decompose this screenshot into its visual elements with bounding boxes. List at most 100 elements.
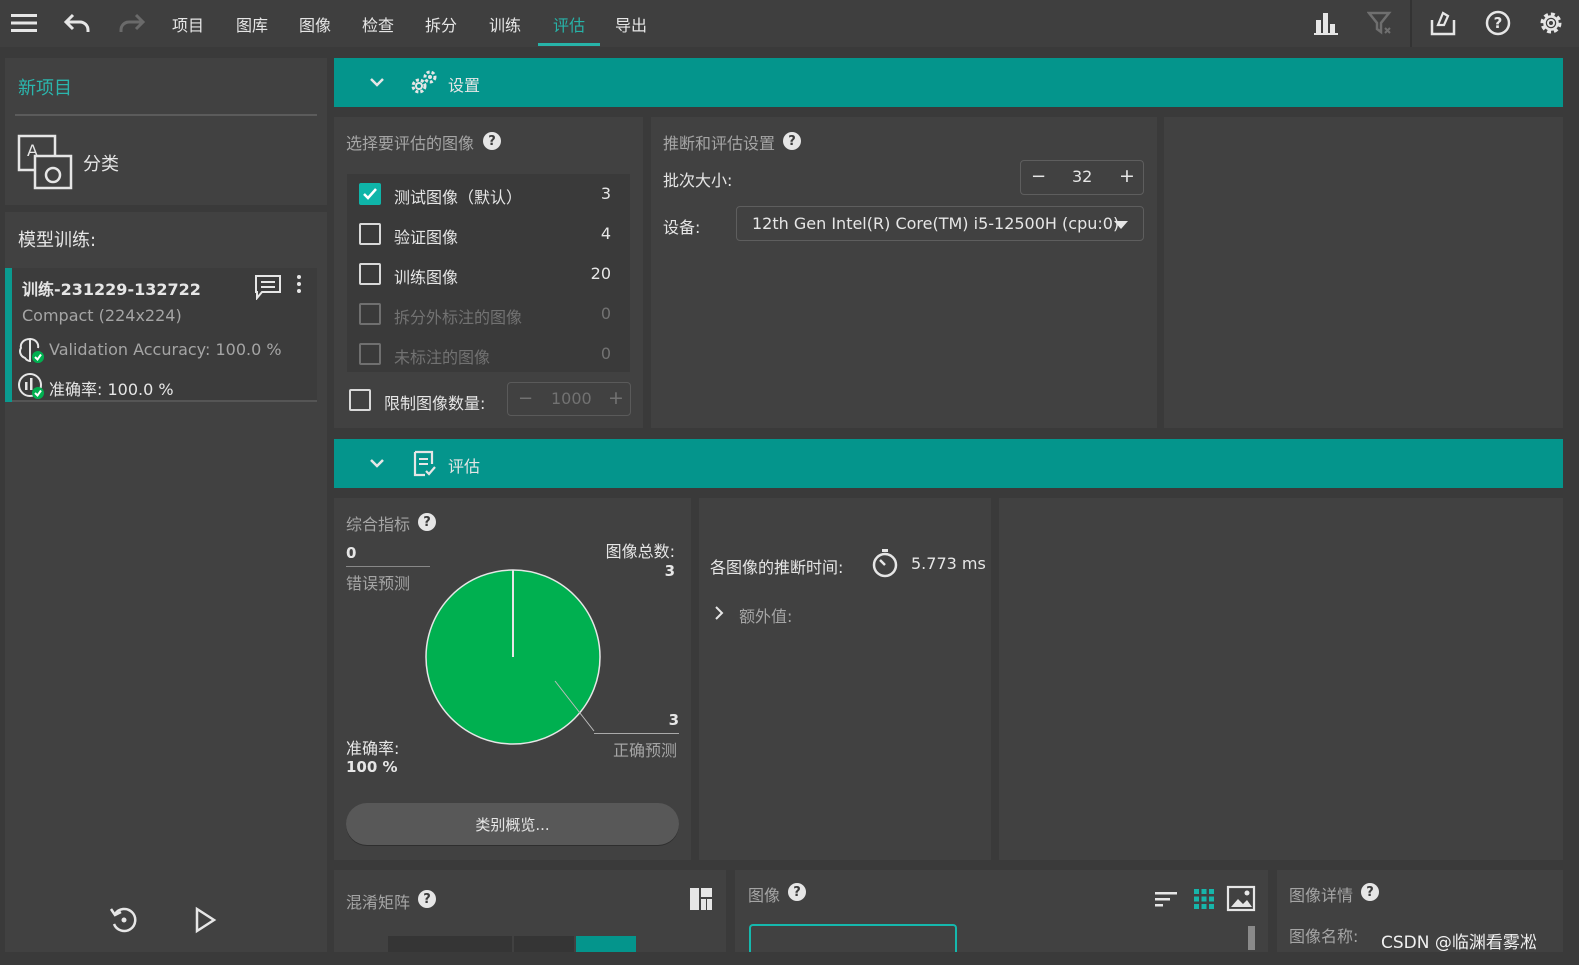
chevron-down-icon[interactable] — [369, 457, 385, 469]
batch-size-value[interactable]: 32 — [1072, 167, 1092, 186]
sort-icon[interactable] — [1154, 889, 1178, 909]
inference-settings-panel: 推断和评估设置 ? 批次大小: − 32 + 设备: 12th Gen Inte… — [651, 117, 1157, 428]
total-value: 3 — [664, 562, 675, 580]
list-item[interactable]: 训练图像 20 — [347, 254, 630, 294]
image-set-label: 验证图像 — [394, 228, 459, 247]
chevron-right-icon[interactable] — [714, 606, 724, 620]
plus-icon[interactable]: + — [608, 387, 624, 409]
toolbar-divider — [1410, 0, 1412, 47]
image-thumbnail[interactable] — [749, 924, 957, 952]
inference-time-label: 各图像的推断时间: — [710, 558, 844, 577]
limit-label: 限制图像数量: — [384, 394, 486, 413]
minus-icon[interactable]: − — [518, 388, 533, 409]
class-overview-button[interactable]: 类别概览... — [346, 803, 679, 845]
menu-train[interactable]: 训练 — [489, 12, 521, 36]
menu-split[interactable]: 拆分 — [425, 12, 457, 36]
image-set-label: 未标注的图像 — [394, 348, 491, 367]
image-view-icon[interactable] — [1226, 885, 1256, 913]
feedback-icon[interactable] — [1428, 8, 1458, 38]
settings-gear-icon[interactable] — [1536, 8, 1566, 38]
leader-line — [346, 566, 430, 567]
active-tab-indicator — [538, 43, 600, 46]
help-icon[interactable]: ? — [788, 883, 806, 901]
divider — [15, 114, 317, 116]
image-selection-panel: 选择要评估的图像 ? 测试图像（默认） 3 验证图像 4 训练图像 20 拆分外… — [334, 117, 643, 428]
filter-icon[interactable] — [1365, 8, 1395, 38]
checkbox-checked-icon[interactable] — [359, 183, 381, 205]
menu-export[interactable]: 导出 — [615, 12, 647, 36]
settings-header[interactable]: 设置 — [334, 58, 1563, 107]
classification-icon: A — [17, 134, 75, 190]
image-set-list: 测试图像（默认） 3 验证图像 4 训练图像 20 拆分外标注的图像 0 未标注… — [347, 174, 630, 372]
dropdown-arrow-icon[interactable] — [1114, 221, 1128, 229]
correct-label: 正确预测 — [612, 741, 677, 760]
menu-project[interactable]: 项目 — [172, 12, 204, 36]
limit-value[interactable]: 1000 — [551, 389, 592, 408]
image-set-count: 3 — [600, 184, 611, 203]
device-value: 12th Gen Intel(R) Core(TM) i5-12500H (cp… — [752, 214, 1120, 233]
training-model: Compact (224x224) — [22, 306, 182, 325]
help-icon[interactable]: ? — [783, 132, 801, 150]
more-options-icon[interactable] — [295, 274, 303, 294]
top-toolbar: 项目 图库 图像 检查 拆分 训练 评估 导出 ? — [0, 0, 1579, 47]
list-item[interactable]: 测试图像（默认） 3 — [347, 174, 630, 214]
settings-title: 设置 — [448, 76, 481, 95]
play-icon[interactable] — [191, 905, 219, 935]
project-title[interactable]: 新项目 — [18, 74, 72, 100]
menu-gallery[interactable]: 图库 — [236, 12, 268, 36]
help-icon[interactable]: ? — [1483, 8, 1513, 38]
evaluation-header[interactable]: 评估 — [334, 439, 1563, 488]
help-icon[interactable]: ? — [418, 513, 436, 531]
confusion-matrix-title: 混淆矩阵 — [346, 893, 411, 912]
settings-empty-panel — [1164, 117, 1563, 428]
image-set-label: 测试图像（默认） — [394, 188, 523, 207]
bar-chart-icon[interactable] — [1311, 8, 1341, 38]
extra-values-label[interactable]: 额外值: — [739, 603, 792, 627]
training-accuracy: 准确率: 100.0 % — [49, 380, 174, 399]
matrix-cell — [388, 936, 512, 952]
help-icon[interactable]: ? — [418, 890, 436, 908]
comment-icon[interactable] — [254, 274, 282, 300]
limit-checkbox[interactable] — [349, 389, 371, 411]
validation-accuracy: Validation Accuracy: 100.0 % — [49, 340, 282, 359]
image-set-count: 4 — [600, 224, 611, 243]
accuracy-check-icon — [17, 372, 45, 400]
device-select[interactable]: 12th Gen Intel(R) Core(TM) i5-12500H (cp… — [736, 206, 1144, 241]
svg-text:?: ? — [1494, 14, 1503, 32]
image-set-label: 拆分外标注的图像 — [394, 308, 523, 327]
confusion-matrix-panel: 混淆矩阵 ? — [334, 870, 726, 952]
selected-indicator — [5, 268, 12, 402]
plus-icon[interactable]: + — [1119, 165, 1135, 187]
matrix-layout-icon[interactable] — [689, 887, 713, 911]
undo-icon[interactable] — [62, 8, 92, 38]
menu-evaluate[interactable]: 评估 — [553, 12, 585, 36]
inference-settings-title: 推断和评估设置 — [663, 134, 776, 153]
chevron-down-icon[interactable] — [369, 76, 385, 88]
training-run-item[interactable]: 训练-231229-132722 Compact (224x224) Valid… — [5, 268, 317, 402]
accuracy-value: 100 % — [346, 758, 398, 776]
image-set-label: 训练图像 — [394, 268, 459, 287]
menu-inspect[interactable]: 检查 — [362, 12, 394, 36]
correct-count: 3 — [668, 711, 679, 729]
batch-size-stepper[interactable]: − 32 + — [1020, 160, 1144, 195]
limit-stepper[interactable]: − 1000 + — [507, 382, 631, 416]
device-label: 设备: — [663, 218, 701, 237]
total-label: 图像总数: — [605, 542, 675, 561]
help-icon[interactable]: ? — [1361, 883, 1379, 901]
image-set-count: 0 — [600, 304, 611, 323]
project-type: 分类 — [83, 154, 119, 175]
checkbox[interactable] — [359, 263, 381, 285]
reset-icon[interactable] — [108, 904, 140, 936]
image-set-count: 20 — [590, 264, 611, 283]
redo-icon[interactable] — [117, 8, 147, 38]
checkbox[interactable] — [359, 223, 381, 245]
hamburger-menu-icon[interactable] — [9, 8, 39, 38]
scrollbar-thumb[interactable] — [1248, 926, 1255, 950]
checkbox-disabled — [359, 343, 381, 365]
menu-image[interactable]: 图像 — [299, 12, 331, 36]
help-icon[interactable]: ? — [483, 132, 501, 150]
grid-view-icon[interactable] — [1193, 888, 1215, 910]
svg-text:A: A — [27, 141, 38, 160]
list-item[interactable]: 验证图像 4 — [347, 214, 630, 254]
minus-icon[interactable]: − — [1031, 166, 1046, 187]
